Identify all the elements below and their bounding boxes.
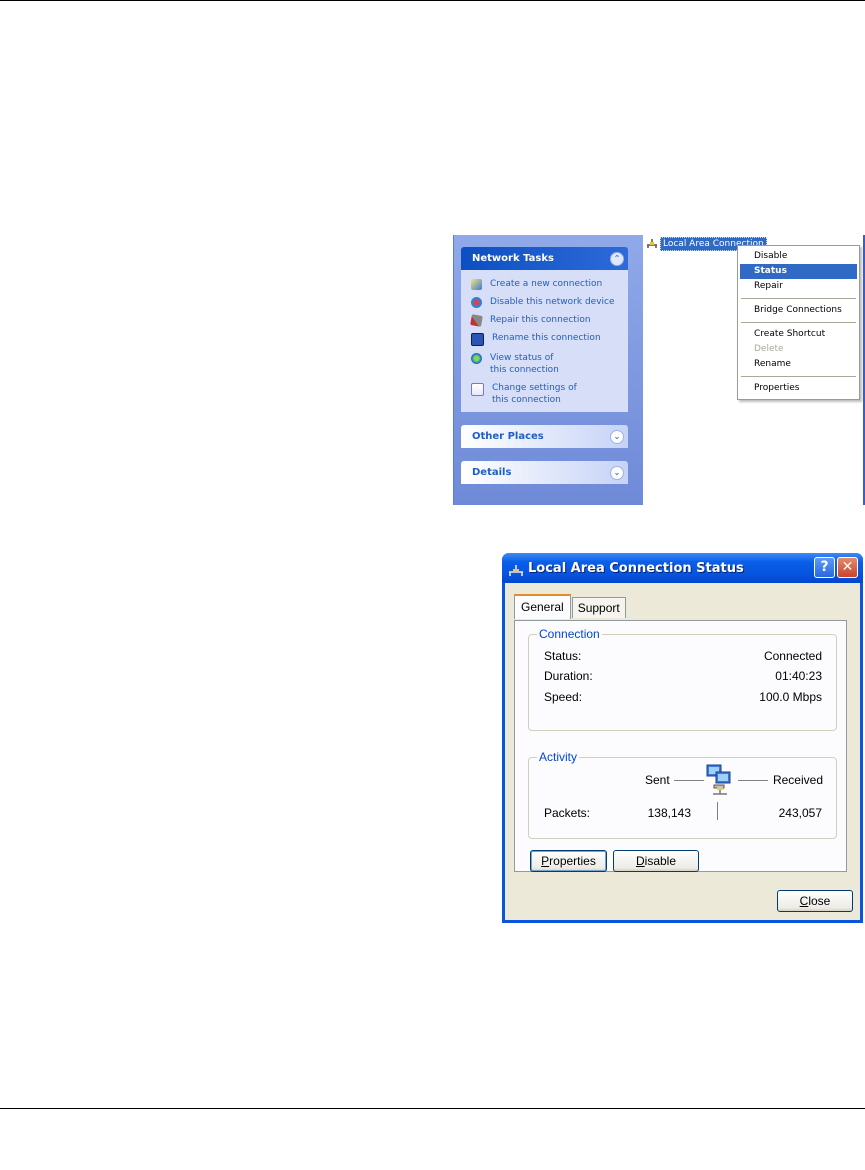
sent-received-row: Sent Received [529,773,836,789]
status-dialog: Local Area Connection Status ? ✕ General… [502,553,863,923]
context-menu: Disable Status Repair Bridge Connections… [737,245,860,400]
change-settings-icon [471,383,484,396]
network-tasks-body: Create a new connection Disable this net… [461,270,628,412]
details-header[interactable]: Details ⌄ [461,461,628,484]
task-label: Change settings of this connection [492,383,577,405]
menu-item-status[interactable]: Status [740,264,857,279]
network-tasks-header[interactable]: Network Tasks ⌃ [461,247,628,270]
properties-button[interactable]: Properties [530,850,607,872]
duration-row: Duration: 01:40:23 [544,669,822,685]
duration-value: 01:40:23 [775,669,822,683]
task-label: Create a new connection [490,279,603,289]
network-tasks-panel: Network Tasks ⌃ Create a new connection … [461,247,628,412]
network-activity-icon [704,763,736,795]
packets-row: Packets: 138,143 243,057 [544,806,822,822]
packets-received-value: 243,057 [778,806,822,820]
other-places-title: Other Places [472,431,544,442]
dialog-title-bar[interactable]: Local Area Connection Status ? ✕ [502,553,863,583]
disable-device-icon [471,297,482,308]
menu-item-rename[interactable]: Rename [740,357,857,372]
menu-item-bridge-connections[interactable]: Bridge Connections [740,303,857,318]
bottom-rule [0,1108,865,1109]
rename-icon [471,333,484,346]
received-label: Received [772,773,823,787]
task-disable-device[interactable]: Disable this network device [471,296,620,308]
properties-label: roperties [549,854,596,868]
speed-label: Speed: [544,690,583,704]
status-value: Connected [763,649,822,663]
packets-label: Packets: [544,806,591,820]
network-connections-window: Network Tasks ⌃ Create a new connection … [450,235,865,505]
network-connection-icon [508,562,524,576]
new-connection-icon [471,279,482,290]
disable-label: isable [644,854,677,868]
task-change-settings[interactable]: Change settings of this connection [471,382,620,406]
sent-label: Sent [645,773,670,787]
network-tasks-title: Network Tasks [472,253,554,264]
activity-group-label: Activity [537,750,580,764]
connection-group-label: Connection [537,627,602,641]
dialog-title: Local Area Connection Status [528,560,744,576]
speed-value: 100.0 Mbps [759,690,822,704]
menu-separator [741,322,856,323]
properties-mnemonic: P [541,854,550,868]
other-places-header[interactable]: Other Places ⌄ [461,425,628,448]
menu-item-create-shortcut[interactable]: Create Shortcut [740,327,857,342]
task-label: Disable this network device [490,297,615,307]
received-line [738,780,768,781]
task-label: Repair this connection [490,315,591,325]
other-places-panel: Other Places ⌄ [461,425,628,448]
help-button[interactable]: ? [814,557,835,578]
duration-label: Duration: [544,669,593,683]
details-panel: Details ⌄ [461,461,628,484]
task-view-status[interactable]: View status of this connection [471,352,620,376]
network-connection-icon [646,239,658,249]
expand-chevron-icon[interactable]: ⌄ [610,465,624,480]
general-tab-page: Connection Status: Connected Duration: 0… [514,620,847,872]
repair-icon [470,314,483,327]
packets-sent-value: 138,143 [647,806,691,820]
details-title: Details [472,467,512,478]
menu-separator [741,376,856,377]
menu-item-disable[interactable]: Disable [740,249,857,264]
menu-item-repair[interactable]: Repair [740,279,857,294]
activity-group: Activity Sent Received Packets: 138,143 … [528,750,837,839]
menu-item-properties[interactable]: Properties [740,381,857,396]
tab-support[interactable]: Support [571,597,626,618]
close-label: lose [808,894,831,908]
sent-line [674,780,704,781]
task-rename-connection[interactable]: Rename this connection [471,332,620,346]
top-rule [0,0,865,1]
close-button[interactable]: Close [777,890,853,912]
status-row: Status: Connected [544,649,822,665]
task-create-connection[interactable]: Create a new connection [471,278,620,290]
task-repair-connection[interactable]: Repair this connection [470,314,620,327]
speed-row: Speed: 100.0 Mbps [544,690,822,706]
tab-strip: General Support [514,593,627,619]
dialog-body: General Support Connection Status: Conne… [505,583,860,920]
disable-mnemonic: D [635,854,645,868]
tab-general[interactable]: General [514,594,571,619]
task-label: Rename this connection [492,333,601,343]
status-label: Status: [544,649,582,663]
connection-group: Connection Status: Connected Duration: 0… [528,627,837,731]
close-window-button[interactable]: ✕ [837,557,858,578]
menu-separator [741,298,856,299]
menu-item-delete: Delete [754,344,784,354]
task-label: View status of this connection [490,353,559,375]
disable-button[interactable]: Disable [613,850,699,872]
expand-chevron-icon[interactable]: ⌄ [610,429,624,444]
view-status-icon [471,353,482,364]
collapse-chevron-icon[interactable]: ⌃ [610,251,624,266]
